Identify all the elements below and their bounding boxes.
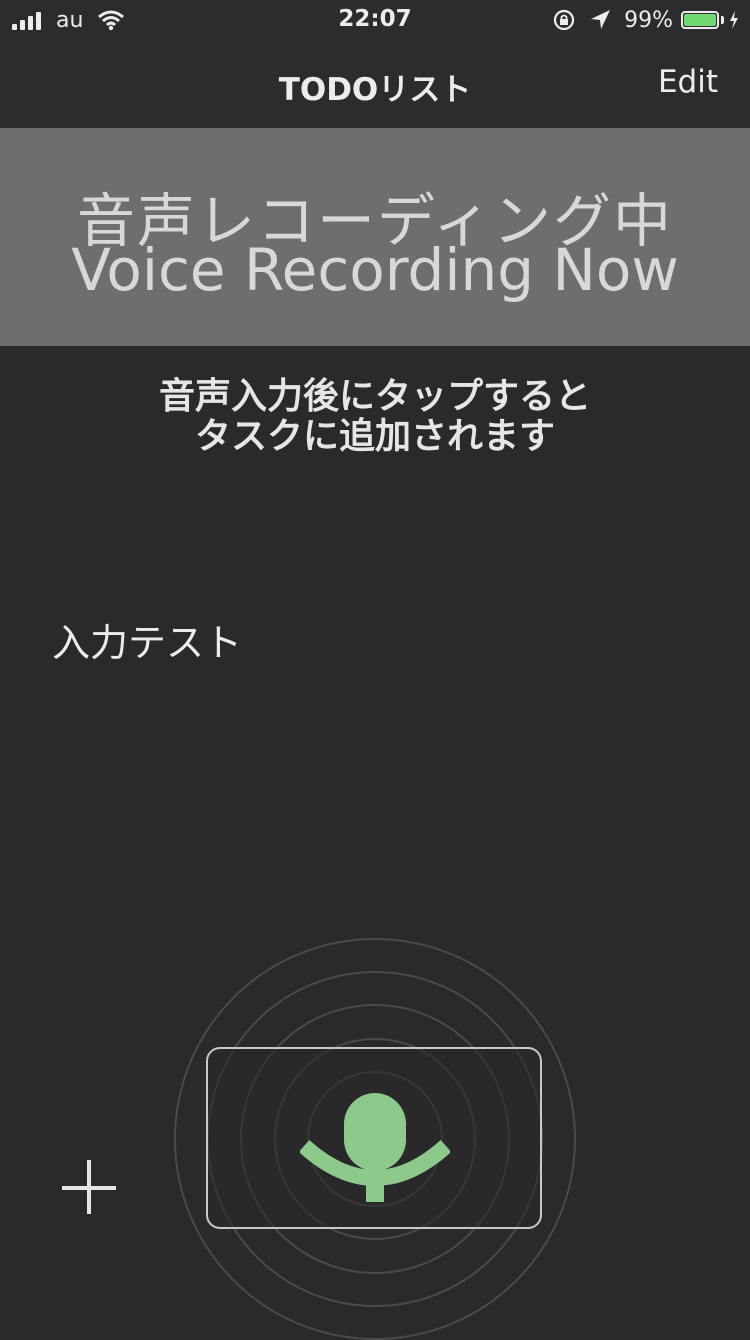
status-right: 99% <box>552 6 740 34</box>
instruction-line-1: 音声入力後にタップすると <box>158 375 591 417</box>
orientation-lock-icon <box>553 9 575 31</box>
battery-icon <box>681 11 719 29</box>
microphone-icon <box>300 1093 450 1202</box>
charging-icon <box>730 11 738 29</box>
location-icon <box>591 10 611 29</box>
instruction-line-2: タスクに追加されます <box>194 415 555 457</box>
battery-cap <box>721 16 724 24</box>
banner-title-en: Voice Recording Now <box>71 236 679 304</box>
navigation-bar: TODOリスト Edit <box>0 40 750 128</box>
recognized-text[interactable]: 入力テスト <box>52 612 242 667</box>
nav-title: TODOリスト <box>278 72 472 108</box>
edit-button[interactable]: Edit <box>658 64 718 100</box>
recording-banner: 音声レコーディング中 Voice Recording Now <box>0 128 750 346</box>
status-bar: au 22:07 99% <box>0 0 750 40</box>
battery-percent: 99% <box>624 7 673 33</box>
instruction-text: 音声入力後にタップすると タスクに追加されます <box>0 376 750 456</box>
add-button[interactable] <box>60 1158 120 1218</box>
battery-fill <box>684 14 716 26</box>
